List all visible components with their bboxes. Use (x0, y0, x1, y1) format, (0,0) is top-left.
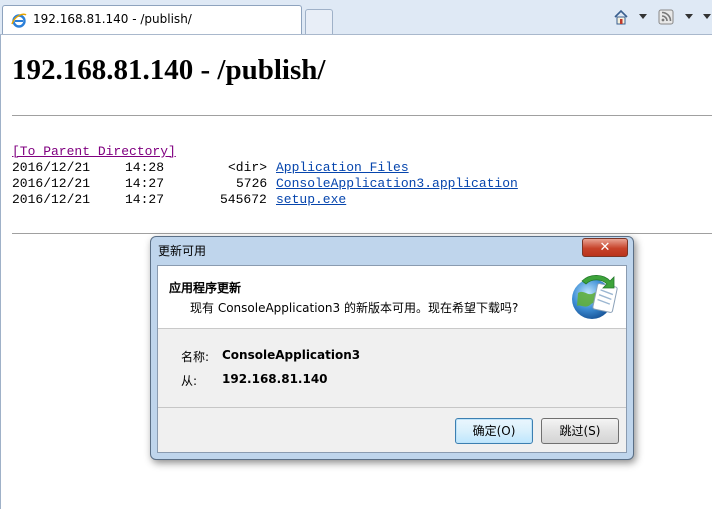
header-description: 现有 ConsoleApplication3 的新版本可用。现在希望下载吗? (190, 301, 519, 315)
application-files-link[interactable]: Application Files (276, 160, 409, 175)
browser-tab[interactable]: 192.168.81.140 - /publish/ (2, 5, 302, 34)
header-title: 应用程序更新 (169, 281, 242, 295)
entry-time: 14:27 (125, 176, 165, 191)
dialog-body: 应用程序更新 现有 ConsoleApplication3 的新版本可用。现在希… (157, 265, 627, 453)
entry-date: 2016/12/21 (12, 176, 91, 191)
window-border (0, 35, 1, 509)
entry-size: <dir> (228, 160, 268, 175)
from-value: 192.168.81.140 (222, 372, 328, 386)
page-title: 192.168.81.140 - /publish/ (12, 54, 326, 86)
from-label: 从: (181, 374, 198, 388)
name-value: ConsoleApplication3 (222, 348, 361, 362)
entry-date: 2016/12/21 (12, 160, 91, 175)
top-divider (12, 115, 712, 116)
tab-title: 192.168.81.140 - /publish/ (33, 12, 192, 26)
update-available-dialog: 更新可用 ✕ 应用程序更新 现有 ConsoleApplication3 的新版… (150, 236, 634, 460)
tab-bar: 192.168.81.140 - /publish/ (0, 0, 712, 35)
dialog-header: 应用程序更新 现有 ConsoleApplication3 的新版本可用。现在希… (158, 266, 626, 329)
button-separator (158, 407, 626, 408)
skip-button[interactable]: 跳过(S) (541, 418, 619, 444)
update-globe-icon (572, 274, 618, 319)
more-tools-icon[interactable] (703, 14, 711, 19)
ok-button[interactable]: 确定(O) (455, 418, 533, 444)
feeds-dropdown-icon[interactable] (685, 14, 693, 19)
entry-time: 14:27 (125, 192, 165, 207)
consoleapplication3-application-link[interactable]: ConsoleApplication3.application (276, 176, 518, 191)
ie-icon (11, 13, 27, 28)
entry-time: 14:28 (125, 160, 165, 175)
home-dropdown-icon[interactable] (639, 14, 647, 19)
setup-exe-link[interactable]: setup.exe (276, 192, 346, 207)
entry-date: 2016/12/21 (12, 192, 91, 207)
new-tab-button[interactable] (305, 9, 333, 34)
close-button[interactable]: ✕ (582, 238, 628, 257)
close-icon: ✕ (599, 240, 611, 255)
feeds-icon[interactable] (658, 9, 674, 25)
parent-directory-link[interactable]: [To Parent Directory] (12, 144, 176, 159)
entry-size: 5726 (236, 176, 268, 191)
bottom-divider (12, 233, 712, 234)
dialog-title: 更新可用 (158, 244, 207, 258)
entry-size: 545672 (220, 192, 267, 207)
name-label: 名称: (181, 350, 210, 364)
home-icon[interactable] (613, 9, 629, 25)
